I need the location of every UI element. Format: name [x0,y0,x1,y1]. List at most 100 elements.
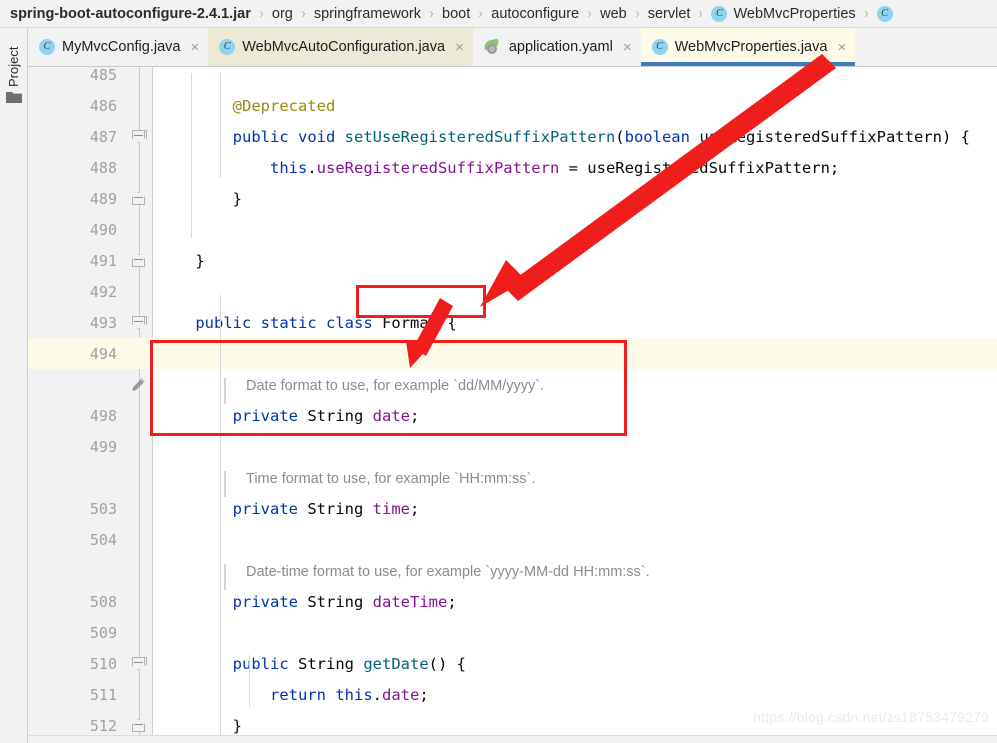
code-line-row[interactable]: 509 [28,617,997,648]
edit-pencil-icon[interactable] [125,377,152,392]
fold-toggle-icon[interactable] [125,657,152,670]
indent-guide [220,295,221,740]
code-line-row[interactable]: 508 private String dateTime; [28,586,997,617]
code-token: @Deprecated [232,96,336,115]
line-number: 491 [89,251,117,270]
line-number: 498 [89,406,117,425]
code-token: time [372,499,410,518]
java-class-icon: C [39,39,55,55]
collapsed-javadoc-text[interactable]: Date-time format to use, for example `yy… [246,564,650,580]
fold-toggle-icon[interactable] [125,130,152,143]
editor-tab[interactable]: application.yaml × [473,28,641,66]
code-line-row[interactable]: 498 private String date; [28,400,997,431]
code-line-row[interactable]: 488 this.useRegisteredSuffixPattern = us… [28,152,997,183]
code-line-row[interactable]: 491 } [28,245,997,276]
collapsed-javadoc-text[interactable]: Date format to use, for example `dd/MM/y… [246,378,544,394]
code-token: ; [410,499,420,518]
close-icon[interactable]: × [837,40,846,55]
code-line-row[interactable]: Date-time format to use, for example `yy… [28,555,997,590]
code-line-row[interactable]: 503 private String time; [28,493,997,524]
code-line-row[interactable]: 489 } [28,183,997,214]
close-icon[interactable]: × [455,40,464,55]
editor-tab[interactable]: C WebMvcAutoConfiguration.java × [208,28,473,66]
code-token: . [372,685,382,704]
breadcrumb-item[interactable]: C [876,5,899,22]
breadcrumb-item-label: autoconfigure [491,5,580,22]
breadcrumb-separator: › [587,5,592,22]
line-number: 509 [89,623,117,642]
code-token: String [307,499,364,518]
close-icon[interactable]: × [623,40,632,55]
line-number: 489 [89,189,117,208]
fold-toggle-icon[interactable] [125,719,152,732]
code-token: class [326,313,373,332]
code-line-content: Date-time format to use, for example `yy… [152,562,997,590]
breadcrumb-item[interactable]: spring-boot-autoconfigure-2.4.1.jar [10,6,251,22]
code-line-row[interactable]: Time format to use, for example `HH:mm:s… [28,462,997,497]
spring-yaml-icon [483,38,502,55]
code-token: private [232,499,298,518]
code-token: date [372,406,410,425]
code-editor[interactable]: 485 486 @Deprecated 487 public void setUse… [28,67,997,743]
editor-tab[interactable]: C WebMvcProperties.java × [640,28,856,66]
breadcrumb-item-label: org [271,5,293,22]
code-token: { [438,313,457,332]
breadcrumb-item[interactable]: springframework [314,6,421,22]
fold-toggle-icon[interactable] [125,254,152,267]
fold-toggle-icon[interactable] [125,192,152,205]
line-number: 503 [89,499,117,518]
breadcrumb-item[interactable]: web [600,6,627,22]
breadcrumb-item[interactable]: servlet [648,6,691,22]
code-line-row[interactable]: Date format to use, for example `dd/MM/y… [28,369,997,404]
code-token: ) { [941,127,970,146]
code-token: ; [447,592,457,611]
code-line-row[interactable]: 492 [28,276,997,307]
line-number: 511 [89,685,117,704]
left-tool-strip: Project [0,28,28,743]
code-token: void [298,127,336,146]
code-line-row[interactable]: 511 return this.date; [28,679,997,710]
code-line-row[interactable]: 504 [28,524,997,555]
indent-guide [191,73,192,238]
editor-tab-label: WebMvcAutoConfiguration.java [242,39,446,55]
code-token: } [158,251,205,270]
java-class-icon: C [219,39,236,55]
code-line-row[interactable]: 486 @Deprecated [28,90,997,121]
breadcrumb-item[interactable]: org [272,6,293,22]
breadcrumb-item[interactable]: C WebMvcProperties [711,5,856,22]
code-line-row[interactable]: 494 [28,338,997,369]
code-token: } [158,716,242,735]
code-line-content: private String date; [152,407,997,425]
breadcrumb-item[interactable]: autoconfigure [491,6,579,22]
code-line-content: @Deprecated [152,97,997,115]
line-number: 493 [89,313,117,332]
breadcrumb-separator: › [478,5,483,22]
code-line-row[interactable]: 510 public String getDate() { [28,648,997,679]
fold-toggle-icon[interactable] [125,316,152,329]
code-token: public [195,313,252,332]
line-number: 504 [89,530,117,549]
breadcrumb-item[interactable]: boot [442,6,470,22]
line-number: 499 [89,437,117,456]
line-number: 492 [89,282,117,301]
collapsed-javadoc-text[interactable]: Time format to use, for example `HH:mm:s… [246,471,536,487]
code-line-row[interactable]: 499 [28,431,997,462]
line-number: 488 [89,158,117,177]
code-token: public [232,654,289,673]
code-line-row[interactable]: 493 public static class Format { [28,307,997,338]
code-line-row[interactable]: 490 [28,214,997,245]
breadcrumb-separator: › [864,5,869,22]
close-icon[interactable]: × [190,40,199,55]
editor-tab[interactable]: C MyMvcConfig.java × [28,28,208,66]
code-line-row[interactable]: 485 [28,67,997,90]
code-line-row[interactable]: 487 public void setUseRegisteredSuffixPa… [28,121,997,152]
indent-guide [220,73,221,178]
